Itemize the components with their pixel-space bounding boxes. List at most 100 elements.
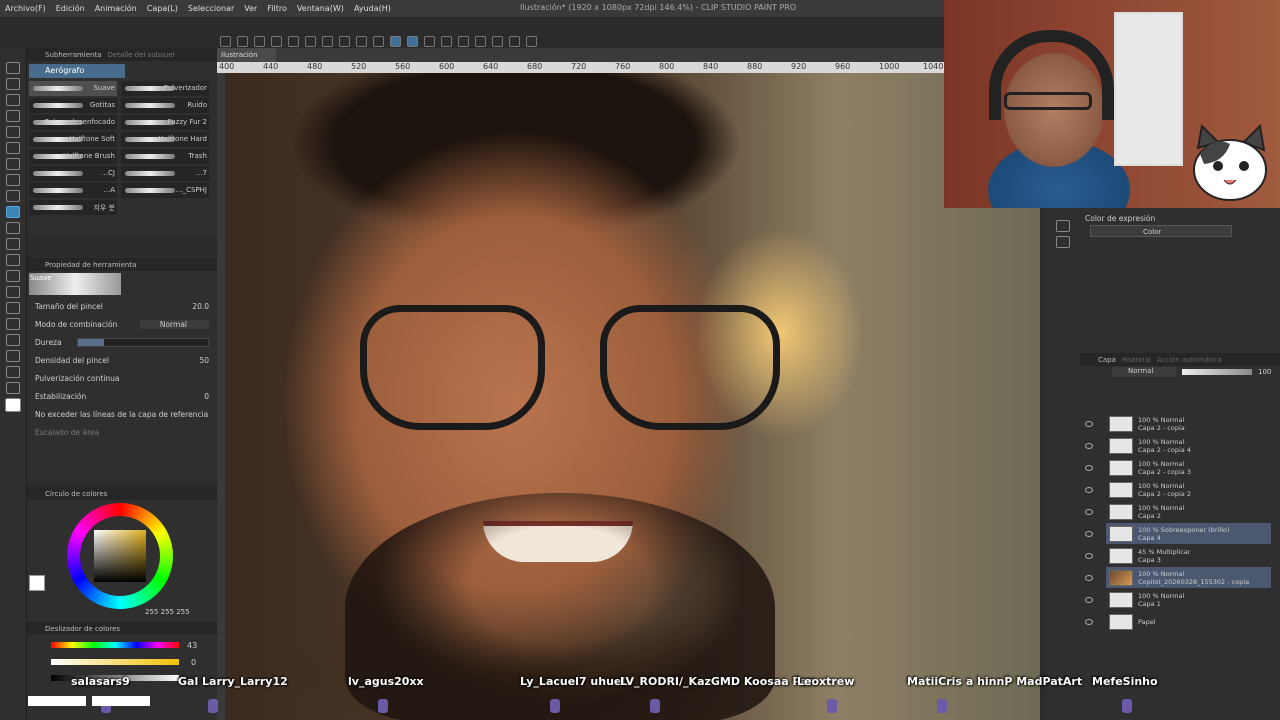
layer-visibility-eye-icon[interactable]: [1085, 597, 1093, 603]
brush-item[interactable]: …A: [29, 183, 117, 198]
redo-icon[interactable]: [288, 35, 299, 47]
saturation-slider[interactable]: [51, 659, 179, 665]
layout-icon[interactable]: [509, 35, 520, 47]
tab-layer[interactable]: Capa: [1098, 356, 1116, 364]
reference-layer-row[interactable]: No exceder las líneas de la capa de refe…: [27, 405, 217, 423]
brush-tool-icon[interactable]: [6, 190, 20, 202]
crop-icon[interactable]: [373, 35, 384, 47]
area-scaling-row[interactable]: Escalado de área: [27, 423, 217, 441]
figure-tool-icon[interactable]: [6, 302, 20, 314]
layer-row[interactable]: 100 % Normal Capa 2 - copia 3: [1106, 457, 1271, 478]
subtool-tab[interactable]: Subherramienta: [45, 51, 102, 59]
brush-item[interactable]: Suave: [29, 81, 117, 96]
layer-row[interactable]: 100 % Normal Copilot_20260328_155302 - co…: [1106, 567, 1271, 588]
menu-animacion[interactable]: Animación: [90, 4, 142, 13]
brush-item[interactable]: Pulver. desenfocado: [29, 115, 117, 130]
layer-visibility-eye-icon[interactable]: [1085, 619, 1093, 625]
pencil-tool-icon[interactable]: [6, 174, 20, 186]
settings-icon[interactable]: [458, 35, 469, 47]
layer-row[interactable]: 100 % Normal Capa 2 - copia 4: [1106, 435, 1271, 456]
brush-item[interactable]: Ruido: [121, 98, 209, 113]
brush-item[interactable]: Pulverizador: [121, 81, 209, 96]
open-file-icon[interactable]: [237, 35, 248, 47]
brush-item[interactable]: Trash: [121, 149, 209, 164]
save-icon[interactable]: [254, 35, 265, 47]
move-tool-icon[interactable]: [6, 94, 20, 106]
brush-item[interactable]: Halftone Soft: [29, 132, 117, 147]
brush-item[interactable]: …_CSPHJ: [121, 183, 209, 198]
hand-tool-icon[interactable]: [6, 78, 20, 90]
menu-filtro[interactable]: Filtro: [262, 4, 292, 13]
continuous-spray-checkbox[interactable]: Pulverización continua: [35, 374, 120, 383]
correct-line-tool-icon[interactable]: [6, 382, 20, 394]
brush-size-value[interactable]: 20.0: [192, 302, 209, 311]
layer-visibility-eye-icon[interactable]: [1085, 531, 1093, 537]
layer-visibility-eye-icon[interactable]: [1085, 553, 1093, 559]
tab-auto-action[interactable]: Acción automática: [1157, 356, 1222, 364]
layer-row[interactable]: 100 % Normal Capa 2 - copia: [1106, 413, 1271, 434]
layer-visibility-eye-icon[interactable]: [1085, 509, 1093, 515]
airbrush-tool-icon[interactable]: [6, 206, 20, 218]
layer-row[interactable]: 100 % Sobreexponer (brillo) Capa 4: [1106, 523, 1271, 544]
zoom-tool-icon[interactable]: [6, 62, 20, 74]
fill-tool-icon[interactable]: [6, 270, 20, 282]
density-row[interactable]: Densidad del pincel 50: [27, 351, 217, 369]
fill-icon[interactable]: [322, 35, 333, 47]
clear-icon[interactable]: [305, 35, 316, 47]
palette-icon[interactable]: [526, 35, 537, 47]
reference-layer-checkbox[interactable]: No exceder las líneas de la capa de refe…: [35, 410, 208, 419]
hue-ring[interactable]: [67, 503, 173, 609]
snap-grid-icon[interactable]: [424, 35, 435, 47]
brush-item[interactable]: Fuzzy Fur 2: [121, 115, 209, 130]
blend-mode-select[interactable]: Normal: [139, 319, 209, 329]
brush-item[interactable]: …7: [121, 166, 209, 181]
tab-history[interactable]: Historial: [1122, 356, 1151, 364]
layer-row[interactable]: 100 % Normal Capa 2: [1106, 501, 1271, 522]
pen-tool-icon[interactable]: [6, 158, 20, 170]
hardness-row[interactable]: Dureza: [27, 333, 217, 351]
hardness-slider[interactable]: [77, 337, 209, 347]
ruler-tool-icon[interactable]: [6, 334, 20, 346]
brush-size-row[interactable]: Tamaño del pincel 20.0: [27, 297, 217, 315]
transform-icon[interactable]: [339, 35, 350, 47]
deselect-icon[interactable]: [356, 35, 367, 47]
new-file-icon[interactable]: [220, 35, 231, 47]
layer-visibility-eye-icon[interactable]: [1085, 465, 1093, 471]
color-slider-title[interactable]: Deslizador de colores: [45, 625, 120, 633]
main-color-chip[interactable]: [29, 575, 45, 591]
menu-archivo[interactable]: Archivo(F): [0, 4, 51, 13]
saturation-value-square[interactable]: [94, 530, 146, 582]
hide-icon[interactable]: [475, 35, 486, 47]
layer-opacity-value[interactable]: 100: [1258, 368, 1271, 376]
layer-row[interactable]: 100 % Normal Capa 2 - copia 2: [1106, 479, 1271, 500]
help-icon[interactable]: [441, 35, 452, 47]
navigator-icon[interactable]: [1055, 220, 1070, 232]
document-tab[interactable]: Ilustración: [217, 48, 276, 62]
canvas-area[interactable]: Ilustración 400 440 480 520 560 600 640 680 720 7…: [217, 48, 1040, 720]
color-wheel-title[interactable]: Círculo de colores: [45, 490, 107, 498]
blend-tool-icon[interactable]: [6, 254, 20, 266]
frame-tool-icon[interactable]: [6, 318, 20, 330]
menu-edicion[interactable]: Edición: [51, 4, 90, 13]
expression-color-select[interactable]: Color: [1090, 225, 1232, 237]
brush-item[interactable]: …CJ: [29, 166, 117, 181]
hue-slider[interactable]: [51, 642, 179, 648]
blend-mode-row[interactable]: Modo de combinación Normal: [27, 315, 217, 333]
layer-visibility-eye-icon[interactable]: [1085, 575, 1093, 581]
main-color-swatch[interactable]: [5, 398, 21, 412]
continuous-spray-row[interactable]: Pulverización continua: [27, 369, 217, 387]
select-tool-icon[interactable]: [6, 110, 20, 122]
reference-icon[interactable]: [492, 35, 503, 47]
canvas-artwork[interactable]: [225, 73, 1040, 720]
layer-visibility-eye-icon[interactable]: [1085, 421, 1093, 427]
brush-item[interactable]: Halftone Hard: [121, 132, 209, 147]
brush-item[interactable]: Gotitas: [29, 98, 117, 113]
brush-item[interactable]: 지우 붓: [29, 200, 117, 215]
layer-opacity-slider[interactable]: [1182, 369, 1252, 375]
layer-row[interactable]: 100 % Normal Capa 1: [1106, 589, 1271, 610]
stabilization-row[interactable]: Estabilización 0: [27, 387, 217, 405]
stabilization-value[interactable]: 0: [204, 392, 209, 401]
snap-special-ruler-icon[interactable]: [407, 35, 418, 47]
sub-view-icon[interactable]: [1055, 236, 1070, 248]
subtool-detail-tab[interactable]: Detalle del subsuel: [108, 51, 175, 59]
